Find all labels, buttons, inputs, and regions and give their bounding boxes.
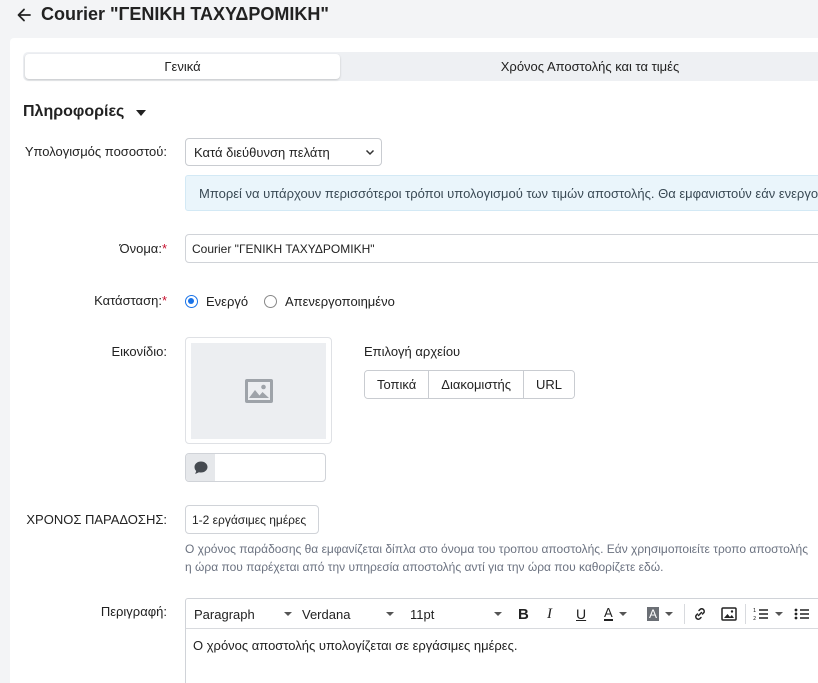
calc-select[interactable]: Κατά διεύθυνση πελάτη	[185, 138, 382, 166]
underline-icon[interactable]: U	[576, 599, 586, 629]
icon-preview[interactable]	[185, 337, 332, 444]
file-select-label: Επιλογή αρχείου	[364, 344, 461, 359]
server-button[interactable]: Διακομιστής	[429, 371, 524, 398]
text-color-icon[interactable]: A	[604, 599, 627, 629]
required-mark: *	[161, 293, 167, 308]
name-label: Όνομα:*	[0, 241, 167, 256]
status-option-disabled: Απενεργοποιημένο	[285, 294, 395, 309]
image-placeholder	[191, 343, 326, 439]
size-value: 11pt	[410, 606, 435, 622]
tab-bar: Γενικά Χρόνος Αποστολής και τα τιμές	[23, 52, 818, 81]
description-label: Περιγραφή:	[100, 604, 167, 619]
status-option-active: Ενεργό	[206, 294, 249, 309]
svg-text:1: 1	[753, 608, 756, 614]
calc-label: Υπολογισμός ποσοστού:	[24, 144, 167, 159]
back-arrow-icon[interactable]	[14, 5, 34, 25]
section-info-toggle[interactable]: Πληροφορίες	[23, 103, 147, 121]
tab-shipping-time-prices[interactable]: Χρόνος Αποστολής και τα τιμές	[340, 54, 818, 79]
image-placeholder-icon	[244, 379, 273, 403]
bold-icon[interactable]: B	[518, 599, 529, 629]
top-bar: Courier "ΓΕΝΙΚΗ ΤΑΧΥΔΡΟΜΙΚΗ"	[0, 0, 818, 34]
calc-select-value: Κατά διεύθυνση πελάτη	[194, 145, 330, 160]
page-title: Courier "ΓΕΝΙΚΗ ΤΑΧΥΔΡΟΜΙΚΗ"	[41, 4, 329, 24]
icon-alt-text-field[interactable]	[185, 453, 326, 482]
local-button[interactable]: Τοπικά	[365, 371, 430, 398]
url-button[interactable]: URL	[523, 371, 574, 398]
tab-general[interactable]: Γενικά	[25, 54, 340, 79]
editor-toolbar: Paragraph Verdana 11pt B I U A A 12	[186, 599, 818, 629]
bullet-list-icon[interactable]	[794, 599, 810, 629]
font-value: Verdana	[302, 606, 351, 622]
info-note: Μπορεί να υπάρχουν περισσότεροι τρόποι υ…	[185, 175, 818, 211]
format-dropdown[interactable]: Paragraph	[194, 599, 292, 629]
required-mark: *	[161, 241, 167, 256]
format-value: Paragraph	[194, 606, 255, 622]
file-source-group: Τοπικά Διακομιστής URL	[364, 370, 575, 399]
image-icon[interactable]	[721, 599, 737, 629]
description-editor[interactable]: Paragraph Verdana 11pt B I U A A 12 Ο χρ…	[185, 598, 818, 683]
numbered-list-icon[interactable]: 12	[753, 599, 783, 629]
name-input[interactable]: Courier "ΓΕΝΙΚΗ ΤΑΧΥΔΡΟΜΙΚΗ"	[185, 234, 818, 263]
name-label-text: Όνομα:	[119, 241, 162, 256]
size-dropdown[interactable]: 11pt	[410, 599, 502, 629]
section-title: Πληροφορίες	[23, 103, 125, 120]
status-radio-active[interactable]: Ενεργό	[185, 294, 248, 309]
radio-unchecked-icon	[264, 295, 277, 308]
main-panel	[10, 38, 818, 683]
editor-content[interactable]: Ο χρόνος αποστολής υπολογίζεται σε εργάσ…	[193, 638, 517, 653]
caret-down-icon	[136, 110, 147, 116]
status-label: Κατάσταση:*	[0, 293, 167, 308]
icon-label: Εικονίδιο:	[111, 344, 168, 359]
delivery-help-line-1: Ο χρόνος παράδοσης θα εμφανίζεται δίπλα …	[185, 542, 808, 556]
status-label-text: Κατάσταση:	[94, 293, 162, 308]
status-radio-disabled[interactable]: Απενεργοποιημένο	[264, 294, 395, 309]
toolbar-separator	[745, 604, 746, 624]
comment-icon	[186, 454, 215, 481]
delivery-help-line-2: η ώρα που παρέχεται από την υπηρεσία απο…	[185, 560, 664, 574]
link-icon[interactable]	[692, 599, 708, 629]
font-dropdown[interactable]: Verdana	[302, 599, 394, 629]
delivery-label: ΧΡΟΝΟΣ ΠΑΡΑΔΟΣΗΣ:	[26, 512, 167, 527]
radio-checked-icon	[185, 295, 198, 308]
delivery-input[interactable]: 1-2 εργάσιμες ημέρες	[185, 505, 319, 534]
highlight-color-icon[interactable]: A	[647, 599, 673, 629]
italic-icon[interactable]: I	[547, 599, 552, 629]
chevron-down-icon	[365, 149, 375, 156]
toolbar-separator	[684, 604, 685, 624]
svg-text:2: 2	[753, 616, 756, 621]
delivery-help: Ο χρόνος παράδοσης θα εμφανίζεται δίπλα …	[185, 540, 818, 576]
